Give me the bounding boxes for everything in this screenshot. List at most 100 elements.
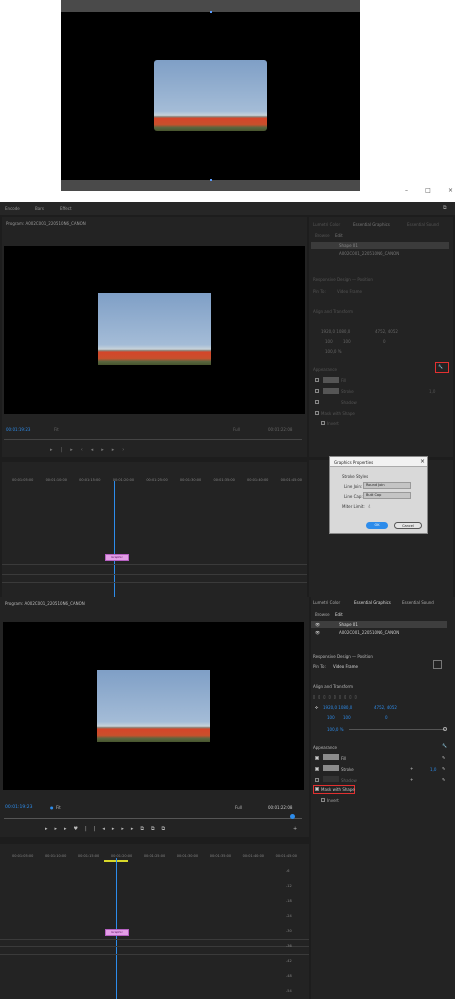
minimize-button[interactable]: – (405, 187, 408, 195)
dialog-close-button[interactable]: × (420, 458, 425, 465)
tab-essential-sound[interactable]: Essential Sound (407, 222, 439, 227)
shadow-checkbox[interactable] (315, 400, 319, 404)
tab-edit[interactable]: Edit (335, 233, 343, 238)
tab-browse[interactable]: Browse (315, 233, 330, 238)
fit-dropdown[interactable]: Fit (56, 805, 61, 810)
fill-checkbox[interactable] (315, 756, 319, 760)
mask-checkbox[interactable] (315, 787, 319, 791)
layer-row[interactable]: A002C001_220510N6_CANON (339, 630, 399, 635)
tab-edit[interactable]: Edit (335, 612, 343, 617)
graphic-clip[interactable]: Graphic (105, 929, 129, 936)
scrub-handle[interactable] (290, 814, 295, 819)
tab-bars[interactable]: Bars (35, 206, 44, 211)
fill-checkbox[interactable] (315, 378, 319, 382)
align-buttons[interactable]: ▯▯▯▯▯▯▯▯▯ (313, 694, 383, 699)
pin-anchor-widget[interactable] (433, 660, 442, 669)
anchor-values[interactable]: 4752, 4052 (374, 705, 397, 710)
layer-row[interactable]: Shape 01 (311, 242, 449, 249)
stroke-label: Stroke (341, 767, 354, 772)
scrub-bar[interactable] (4, 818, 302, 819)
scale-value[interactable]: 100 (343, 715, 351, 720)
fill-swatch[interactable] (323, 377, 339, 383)
position-values[interactable]: 1920,0 1080,0 (321, 329, 350, 334)
tab-essential-graphics[interactable]: Essential Graphics (354, 600, 391, 605)
expand-icon[interactable]: ⧉ (443, 205, 447, 211)
time-ruler[interactable]: 00:01:05:00 00:01:10:00 00:01:15:00 00:01:2… (12, 478, 302, 482)
tab-browse[interactable]: Browse (315, 612, 330, 617)
miter-limit-value[interactable]: 4 (368, 504, 371, 509)
opacity-value[interactable]: 100,0 % (327, 727, 344, 732)
invert-checkbox[interactable] (321, 798, 325, 802)
scale-value[interactable]: 100 (343, 339, 351, 344)
fit-dropdown[interactable]: Fit (54, 427, 59, 432)
add-shadow-icon[interactable]: + (410, 777, 413, 782)
add-button[interactable]: + (293, 826, 297, 832)
ok-button[interactable]: OK (366, 522, 388, 529)
scale-value[interactable]: 100 (325, 339, 333, 344)
mask-checkbox[interactable] (315, 411, 319, 415)
tab-lumetri[interactable]: Lumetri Color (313, 600, 340, 605)
marker-icon[interactable]: ● (50, 805, 54, 810)
eye-icon[interactable]: 👁 (315, 630, 320, 635)
tab-encode[interactable]: Encode (5, 206, 20, 211)
maximize-button[interactable]: □ (425, 187, 431, 195)
stroke-styles-heading: Stroke Styles (342, 474, 369, 479)
time-ruler[interactable]: 00:01:05:00 00:01:10:00 00:01:15:00 00:01:2… (12, 854, 297, 858)
opacity-slider-handle[interactable] (443, 727, 447, 731)
rotation-value[interactable]: 0 (385, 715, 388, 720)
eyedropper-icon[interactable]: ✎ (442, 766, 445, 771)
tab-essential-graphics[interactable]: Essential Graphics (353, 222, 390, 227)
tab-effect[interactable]: Effect (60, 206, 72, 211)
wrench-icon[interactable]: 🔧 (438, 364, 443, 369)
pin-to-dropdown[interactable]: Video Frame (337, 289, 362, 294)
monitor-title: Program: A002C001_220510N6_CANON (6, 221, 86, 226)
tab-essential-sound[interactable]: Essential Sound (402, 600, 434, 605)
timecode[interactable]: 00:01:19:23 (5, 805, 32, 810)
full-dropdown[interactable]: Full (235, 805, 242, 810)
eye-icon: 👁 (315, 622, 321, 627)
line-join-dropdown[interactable]: Round Join (363, 482, 411, 489)
line-cap-dropdown[interactable]: Butt Cap (363, 492, 411, 499)
stroke-swatch[interactable] (323, 388, 339, 394)
rotation-value[interactable]: 0 (383, 339, 386, 344)
stroke-value[interactable]: 1,0 (429, 389, 435, 394)
invert-checkbox[interactable] (321, 421, 325, 425)
handle-bottom[interactable] (210, 179, 212, 181)
stroke-value[interactable]: 1,0 (430, 767, 436, 772)
tab-lumetri[interactable]: Lumetri Color (313, 222, 340, 227)
close-button[interactable]: × (448, 187, 453, 195)
full-dropdown[interactable]: Full (233, 427, 240, 432)
shadow-swatch[interactable] (323, 776, 339, 782)
stroke-checkbox[interactable] (315, 767, 319, 771)
add-stroke-icon[interactable]: + (410, 766, 413, 771)
handle-top[interactable] (210, 11, 212, 13)
track-divider (2, 574, 307, 575)
timecode[interactable]: 00:01:19:23 (6, 427, 30, 432)
eyedropper-icon[interactable]: ✎ (442, 755, 445, 760)
scale-value[interactable]: 100 (327, 715, 335, 720)
pin-to-dropdown[interactable]: Video Frame (333, 664, 358, 669)
anchor-values[interactable]: 4752, 4052 (375, 329, 398, 334)
scrub-bar[interactable] (4, 439, 302, 440)
position-values[interactable]: 1920,0 1080,0 (323, 705, 352, 710)
opacity-slider[interactable] (349, 729, 445, 730)
opacity-value[interactable]: 100,0 % (325, 349, 342, 354)
transport-controls[interactable]: ▸|▸‹◂▸▸› (50, 447, 132, 453)
transport-controls[interactable]: ▸▸▸♥||◂▸▸▸⧉⧉⧉ (45, 826, 172, 832)
stroke-swatch[interactable] (323, 765, 339, 771)
fill-swatch[interactable] (323, 754, 339, 760)
masked-image (98, 293, 211, 365)
layer-row[interactable]: 👁 Shape 01 (311, 621, 447, 628)
graphic-clip[interactable]: Graphic (105, 554, 129, 561)
layer-row[interactable]: A002C001_220510N6_CANON (339, 251, 399, 256)
stroke-checkbox[interactable] (315, 389, 319, 393)
essential-graphics-2: Lumetri Color Essential Graphics Essenti… (311, 597, 455, 999)
responsive-heading: Responsive Design — Position (313, 654, 373, 659)
dialog-titlebar: Graphics Properties × (330, 457, 427, 467)
wrench-icon[interactable]: 🔧 (442, 743, 447, 748)
invert-label: Invert (327, 421, 339, 426)
shadow-checkbox[interactable] (315, 778, 319, 782)
playhead[interactable] (114, 481, 115, 597)
eyedropper-icon[interactable]: ✎ (442, 777, 445, 782)
cancel-button[interactable]: Cancel (394, 522, 422, 529)
